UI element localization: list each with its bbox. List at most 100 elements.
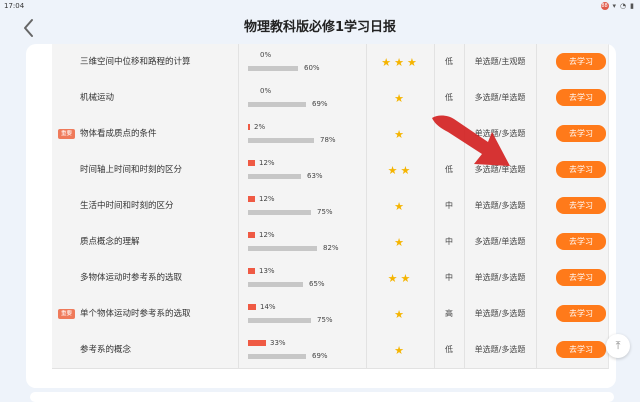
knowledge-point-name: 单个物体运动时参考系的选取 (80, 309, 191, 319)
wifi-icon: ◔ (620, 2, 627, 10)
progress-b-label: 69% (312, 100, 328, 108)
knowledge-point-name: 机械运动 (80, 93, 115, 103)
progress-a-label: 14% (260, 303, 276, 311)
question-types: 单选题/多选题 (474, 273, 526, 282)
star-icon: ★ (406, 55, 417, 69)
study-button[interactable]: 去学习 (556, 269, 606, 286)
star-icon: ★ (394, 235, 404, 249)
star-icon: ★ (394, 55, 404, 69)
progress-a: 0% (248, 50, 271, 60)
progress-b-label: 65% (309, 280, 325, 288)
progress-b-bar (248, 245, 317, 251)
progress-b: 69% (248, 99, 328, 109)
star-rating: ★ (366, 332, 432, 368)
study-button[interactable]: 去学习 (556, 233, 606, 250)
difficulty-level: 中 (445, 237, 453, 246)
progress-b-bar (248, 101, 306, 107)
progress-b: 75% (248, 207, 333, 217)
knowledge-point-name: 生活中时间和时刻的区分 (80, 201, 174, 211)
notification-badge: 88 (600, 2, 609, 10)
progress-a-bar (248, 232, 255, 238)
table-row: 机械运动 0% 69% ★ 低多选题/单选题 去学习 (52, 80, 608, 116)
study-button[interactable]: 去学习 (556, 341, 606, 358)
report-card: 三维空间中位移和路程的计算 0% 60% ★ ★ ★ 低单选题/主观题 去学习 机械运动 0% 69… (26, 44, 616, 388)
progress-a-bar (248, 160, 255, 166)
scroll-top-button[interactable]: ⤒ (606, 334, 630, 358)
progress-a-label: 2% (254, 123, 266, 131)
progress-a-bar (248, 268, 255, 274)
progress-a-label: 13% (259, 267, 275, 275)
progress-a-bar (248, 196, 255, 202)
star-icon: ★ (400, 163, 411, 177)
progress-b-bar (248, 65, 298, 71)
star-rating: ★ (366, 224, 432, 260)
progress-b: 75% (248, 315, 333, 325)
star-icon: ★ (394, 343, 404, 357)
study-button[interactable]: 去学习 (556, 125, 606, 142)
study-button[interactable]: 去学习 (556, 89, 606, 106)
difficulty-level: 高 (445, 309, 453, 318)
status-time: 17:04 (4, 2, 25, 10)
knowledge-point-name: 多物体运动时参考系的选取 (80, 273, 183, 283)
progress-b: 69% (248, 351, 328, 361)
question-types: 单选题/多选题 (474, 201, 526, 210)
table-row: 三维空间中位移和路程的计算 0% 60% ★ ★ ★ 低单选题/主观题 去学习 (52, 44, 608, 80)
battery-icon: ▮ (630, 2, 634, 10)
knowledge-point-name: 物体看成质点的条件 (80, 129, 157, 139)
status-bar: 17:04 88 ▾ ◔ ▮ (0, 0, 640, 12)
table-row: 重要 物体看成质点的条件 2% 78% ★ 单选题/多选题 去学习 (52, 116, 608, 152)
table-row: 参考系的概念 33% 69% ★ 低 单选题/多选题 去学习 (52, 332, 608, 368)
knowledge-point-name: 三维空间中位移和路程的计算 (80, 57, 191, 67)
progress-a: 33% (248, 338, 286, 348)
star-rating: ★ ★ ★ (366, 44, 432, 80)
progress-a: 12% (248, 158, 275, 168)
star-icon: ★ (394, 127, 404, 141)
question-types: 多选题/单选题 (474, 237, 526, 246)
star-icon: ★ (400, 271, 411, 285)
study-button[interactable]: 去学习 (556, 53, 606, 70)
table-row: 多物体运动时参考系的选取 13% 65% ★ ★ 中 单选题/多选题 去学习 (52, 260, 608, 296)
top-bar: 物理教科版必修1学习日报 (0, 12, 640, 46)
red-arrow-annotation (432, 115, 510, 166)
progress-b-label: 75% (317, 208, 333, 216)
progress-a: 0% (248, 86, 271, 96)
progress-b-bar (248, 209, 311, 215)
study-button[interactable]: 去学习 (556, 305, 606, 322)
progress-a-label: 12% (259, 231, 275, 239)
question-types: 单选题/多选题 (474, 309, 526, 318)
difficulty-level: 中 (445, 273, 453, 282)
table-row: 重要 单个物体运动时参考系的选取 14% 75% ★ 高 单选题/多选题 去学习 (52, 296, 608, 332)
knowledge-point-name: 质点概念的理解 (80, 237, 140, 247)
progress-a: 2% (248, 122, 265, 132)
progress-b-bar (248, 173, 301, 179)
next-card-edge (30, 392, 614, 402)
question-types: 单选题/多选题 (474, 345, 526, 354)
progress-b: 63% (248, 171, 323, 181)
star-icon: ★ (387, 271, 398, 285)
progress-a-label: 12% (259, 195, 275, 203)
progress-a-bar (248, 124, 250, 130)
study-button[interactable]: 去学习 (556, 197, 606, 214)
progress-b-label: 75% (317, 316, 333, 324)
signal-icon: ▾ (612, 2, 617, 10)
progress-a: 12% (248, 194, 275, 204)
study-button[interactable]: 去学习 (556, 161, 606, 178)
progress-b-label: 78% (320, 136, 336, 144)
table-row: 时间轴上时间和时刻的区分 12% 63% ★ ★ 低多选题/单选题 去学习 (52, 152, 608, 188)
important-tag: 重要 (58, 129, 76, 139)
progress-b-label: 82% (323, 244, 339, 252)
progress-b-bar (248, 137, 314, 143)
progress-a-label: 33% (270, 339, 286, 347)
progress-a-bar (248, 340, 266, 346)
star-rating: ★ (366, 116, 432, 152)
progress-b: 65% (248, 279, 325, 289)
progress-b-bar (248, 317, 311, 323)
progress-a-label: 12% (259, 159, 275, 167)
progress-b-bar (248, 353, 306, 359)
difficulty-level: 低 (445, 57, 453, 66)
star-icon: ★ (394, 199, 404, 213)
star-rating: ★ (366, 296, 432, 332)
star-rating: ★ ★ (366, 152, 432, 188)
star-icon: ★ (394, 307, 404, 321)
progress-b-bar (248, 281, 303, 287)
